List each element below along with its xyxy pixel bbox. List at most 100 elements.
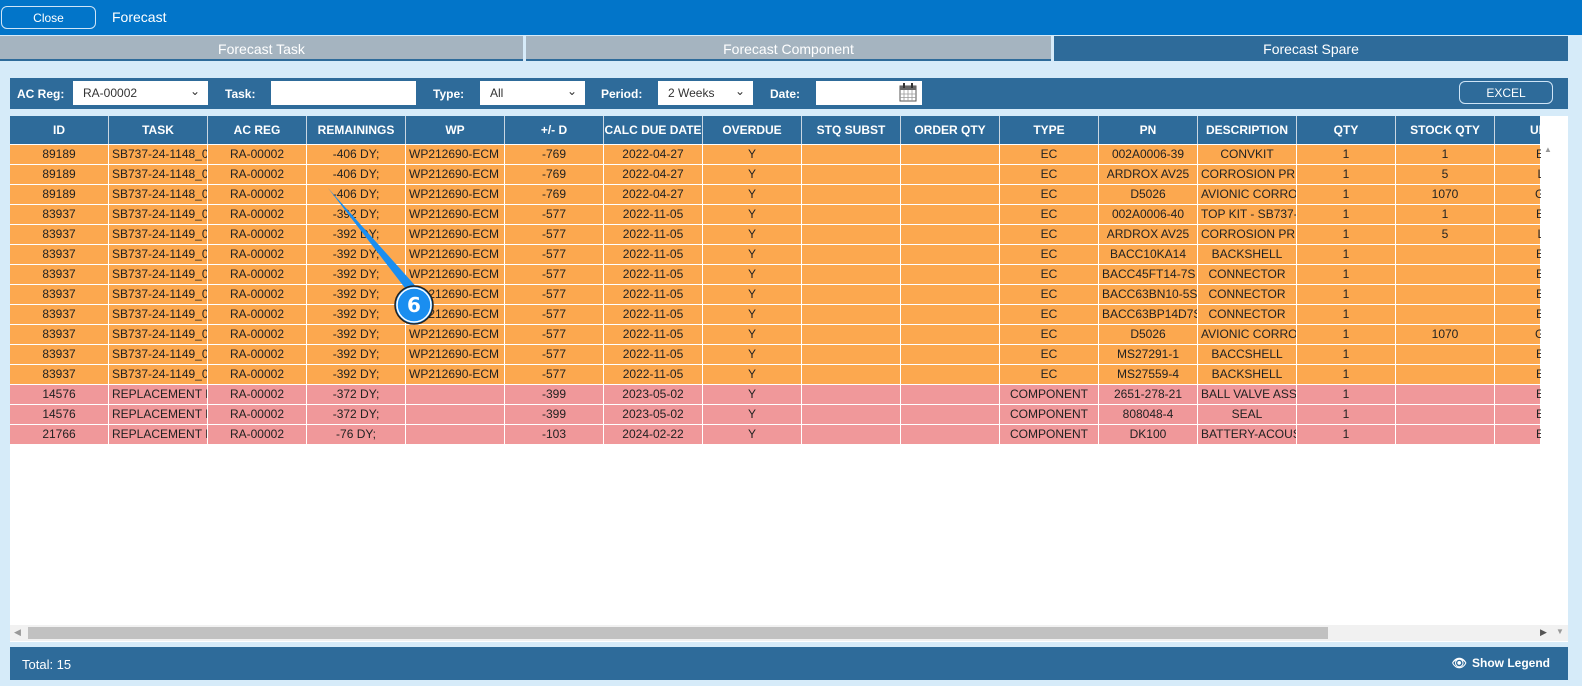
table-row[interactable]: 21766 REPLACEMENT I RA-00002 -76 DY; -103 202… xyxy=(10,425,1552,445)
chevron-down-icon: ⌄ xyxy=(189,84,200,98)
close-button[interactable]: Close xyxy=(1,6,96,29)
table-cell: EC xyxy=(1000,145,1099,164)
horizontal-scrollbar[interactable]: ◀ ▶ ▼ xyxy=(10,625,1568,641)
table-row[interactable]: 83937 SB737-24-1149_0 RA-00002 -392 DY; WP21… xyxy=(10,365,1552,385)
column-header[interactable]: +/- D xyxy=(505,116,604,144)
table-cell: Y xyxy=(703,305,802,324)
table-cell: EA xyxy=(1495,265,1568,284)
table-cell: EA xyxy=(1495,345,1568,364)
scroll-left-icon[interactable]: ◀ xyxy=(14,627,21,638)
table-row[interactable]: 83937 SB737-24-1149_0 RA-00002 -392 DY; WP21… xyxy=(10,285,1552,305)
tab-forecast-task[interactable]: Forecast Task xyxy=(0,36,523,61)
scroll-down-icon[interactable]: ▼ xyxy=(1556,627,1564,636)
table-cell: WP212690-ECM xyxy=(406,305,505,324)
table-cell: Y xyxy=(703,385,802,404)
table-cell: Y xyxy=(703,265,802,284)
table-cell: SB737-24-1148_0 xyxy=(109,165,208,184)
column-header[interactable]: AC REG xyxy=(208,116,307,144)
table-cell: WP212690-ECM xyxy=(406,185,505,204)
table-cell: 83937 xyxy=(10,325,109,344)
date-label: Date: xyxy=(770,87,801,101)
table-row[interactable]: 83937 SB737-24-1149_0 RA-00002 -392 DY; WP21… xyxy=(10,265,1552,285)
excel-export-button[interactable]: EXCEL xyxy=(1459,81,1553,104)
table-cell xyxy=(901,345,1000,364)
ac-reg-select[interactable]: RA-00002 ⌄ xyxy=(73,81,208,105)
table-row[interactable]: 14576 REPLACEMENT I RA-00002 -372 DY; -399 20… xyxy=(10,385,1552,405)
table-cell: 2022-11-05 xyxy=(604,245,703,264)
tab-forecast-component[interactable]: Forecast Component xyxy=(526,36,1051,61)
table-row[interactable]: 83937 SB737-24-1149_0 RA-00002 -392 DY; WP21… xyxy=(10,345,1552,365)
table-cell: CORROSION PR xyxy=(1198,225,1297,244)
column-header[interactable]: DESCRIPTION xyxy=(1198,116,1297,144)
table-cell: Y xyxy=(703,225,802,244)
column-header[interactable]: REMAININGS xyxy=(307,116,406,144)
table-row[interactable]: 83937 SB737-24-1149_0 RA-00002 -392 DY; WP21… xyxy=(10,205,1552,225)
table-cell: 1 xyxy=(1297,165,1396,184)
table-row[interactable]: 89189 SB737-24-1148_0 RA-00002 -406 DY; WP21… xyxy=(10,165,1551,185)
column-header[interactable]: ID xyxy=(10,116,109,144)
column-header[interactable]: OVERDUE xyxy=(703,116,802,144)
date-input[interactable] xyxy=(816,81,922,105)
type-select[interactable]: All ⌄ xyxy=(480,81,585,105)
task-input[interactable] xyxy=(271,81,416,105)
table-cell: -399 xyxy=(505,385,604,404)
tab-forecast-spare[interactable]: Forecast Spare xyxy=(1054,36,1568,61)
table-cell: -76 DY; xyxy=(307,425,406,444)
scroll-right-icon[interactable]: ▶ xyxy=(1540,627,1547,638)
table-cell: SB737-24-1149_0 xyxy=(109,365,208,384)
table-row[interactable]: 83937 SB737-24-1149_0 RA-00002 -392 DY; WP21… xyxy=(10,305,1552,325)
column-header[interactable]: WP xyxy=(406,116,505,144)
column-header[interactable]: PN xyxy=(1099,116,1198,144)
table-cell xyxy=(802,425,901,444)
table-cell: 2024-02-22 xyxy=(604,425,703,444)
table-row[interactable]: 83937 SB737-24-1149_0 RA-00002 -392 DY; WP21… xyxy=(10,225,1551,245)
table-row[interactable]: 14576 REPLACEMENT I RA-00002 -372 DY; -399 20… xyxy=(10,405,1552,425)
table-row[interactable]: 83937 SB737-24-1149_0 RA-00002 -392 DY; WP21… xyxy=(10,325,1553,345)
column-header[interactable]: STOCK QTY xyxy=(1396,116,1495,144)
table-cell xyxy=(901,425,1000,444)
table-cell xyxy=(1396,245,1495,264)
column-header[interactable]: STQ SUBST xyxy=(802,116,901,144)
table-cell: 89189 xyxy=(10,165,109,184)
table-cell: BALL VALVE ASS xyxy=(1198,385,1297,404)
column-header[interactable]: TYPE xyxy=(1000,116,1099,144)
table-row[interactable]: 89189 SB737-24-1148_0 RA-00002 -406 DY; WP21… xyxy=(10,145,1552,165)
table-cell: 1 xyxy=(1297,185,1396,204)
table-cell: D5026 xyxy=(1099,185,1198,204)
table-cell: -577 xyxy=(505,265,604,284)
table-cell: RA-00002 xyxy=(208,345,307,364)
column-header[interactable]: ORDER QTY xyxy=(901,116,1000,144)
horizontal-scroll-thumb[interactable] xyxy=(28,627,1328,639)
table-cell: CONNECTOR xyxy=(1198,305,1297,324)
table-cell: 002A0006-40 xyxy=(1099,205,1198,224)
show-legend-button[interactable]: 👁 Show Legend xyxy=(1452,656,1550,670)
column-header[interactable]: TASK xyxy=(109,116,208,144)
column-header[interactable]: CALC DUE DATE xyxy=(604,116,703,144)
column-header[interactable]: QTY xyxy=(1297,116,1396,144)
table-cell: 5 xyxy=(1396,165,1495,184)
period-select[interactable]: 2 Weeks ⌄ xyxy=(658,81,753,105)
table-cell xyxy=(901,285,1000,304)
table-cell: EC xyxy=(1000,305,1099,324)
table-cell: -399 xyxy=(505,405,604,424)
table-cell: -406 DY; xyxy=(307,165,406,184)
table-cell xyxy=(802,145,901,164)
footer-bar: Total: 15 👁 Show Legend xyxy=(10,647,1568,680)
table-cell: 2022-04-27 xyxy=(604,165,703,184)
table-cell: RA-00002 xyxy=(208,325,307,344)
column-header[interactable]: UNIT xyxy=(1495,116,1568,144)
table-cell: 1 xyxy=(1396,205,1495,224)
table-cell xyxy=(802,405,901,424)
table-cell: EA xyxy=(1495,285,1568,304)
forecast-spare-table: ID TASK AC REG REMAININGS WP +/- D CALC DUE DA… xyxy=(10,116,1568,642)
table-cell: 2022-11-05 xyxy=(604,285,703,304)
table-row[interactable]: 83937 SB737-24-1149_0 RA-00002 -392 DY; WP21… xyxy=(10,245,1552,265)
table-cell: CONVKIT xyxy=(1198,145,1297,164)
table-cell: -392 DY; xyxy=(307,285,406,304)
vertical-scrollbar[interactable]: ▲ xyxy=(1541,145,1555,625)
table-row[interactable]: 89189 SB737-24-1148_0 RA-00002 -406 DY; WP21… xyxy=(10,185,1553,205)
calendar-icon[interactable] xyxy=(899,83,917,102)
table-cell: 2022-04-27 xyxy=(604,145,703,164)
table-cell: 1 xyxy=(1297,405,1396,424)
table-cell: SB737-24-1149_0 xyxy=(109,345,208,364)
